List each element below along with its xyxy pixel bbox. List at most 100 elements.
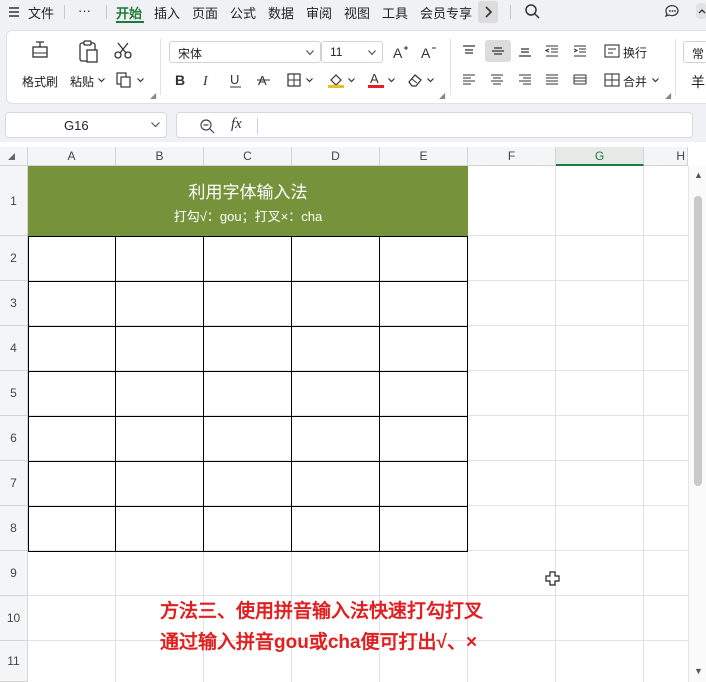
row-header-1[interactable]: 1 <box>0 166 28 236</box>
row-header-8[interactable]: 8 <box>0 506 28 551</box>
font-size-select[interactable]: 11 <box>321 41 383 63</box>
menu-data[interactable]: 数据 <box>268 3 294 22</box>
font-size-value: 11 <box>330 45 343 59</box>
table-border <box>28 281 468 282</box>
cut-icon[interactable] <box>114 42 132 60</box>
search-icon[interactable] <box>524 3 540 19</box>
fill-color-icon[interactable] <box>327 71 345 89</box>
formula-bar: fx <box>176 112 693 138</box>
wrap-text-icon[interactable] <box>604 44 620 58</box>
menu-member[interactable]: 会员专享 <box>420 3 472 22</box>
column-header-g[interactable]: G <box>556 147 644 166</box>
align-middle-button[interactable] <box>485 40 511 62</box>
column-header-b[interactable]: B <box>116 147 204 166</box>
font-name-select[interactable]: 宋体 <box>169 41 321 63</box>
annotation-line-1: 方法三、使用拼音输入法快速打勾打叉 <box>160 601 484 622</box>
font-color-icon[interactable]: A <box>367 71 385 89</box>
chevron-down-icon[interactable] <box>348 78 355 83</box>
chevron-down-icon[interactable] <box>137 78 144 83</box>
menu-file[interactable]: 文件 <box>28 3 54 22</box>
scrollbar-thumb[interactable] <box>694 196 702 486</box>
scroll-down-arrow-icon[interactable]: ▼ <box>694 666 703 676</box>
menu-page[interactable]: 页面 <box>192 3 218 22</box>
menu-view[interactable]: 视图 <box>344 3 370 22</box>
select-all-corner[interactable] <box>0 147 28 166</box>
wrap-text-button[interactable]: 换行 <box>623 44 647 61</box>
merge-cells-icon[interactable] <box>604 73 620 87</box>
comment-icon[interactable] <box>664 3 680 19</box>
number-format-select[interactable]: 常 <box>683 41 706 63</box>
justify-icon[interactable] <box>545 74 559 86</box>
chevron-down-icon[interactable] <box>98 78 105 83</box>
menu-tools[interactable]: 工具 <box>382 3 408 22</box>
format-painter-icon[interactable] <box>29 39 51 63</box>
align-top-icon[interactable] <box>462 45 476 57</box>
table-border <box>203 236 204 552</box>
decrease-indent-icon[interactable] <box>545 45 559 57</box>
format-painter-button[interactable]: 格式刷 <box>22 73 58 90</box>
menu-formula[interactable]: 公式 <box>230 3 256 22</box>
font-dialog-launcher[interactable]: ◢ <box>439 91 445 100</box>
row-header-5[interactable]: 5 <box>0 371 28 416</box>
svg-text:A: A <box>370 71 379 86</box>
column-header-e[interactable]: E <box>380 147 468 166</box>
row-header-6[interactable]: 6 <box>0 416 28 461</box>
table-border <box>28 326 468 327</box>
strikethrough-icon[interactable]: A <box>257 72 271 88</box>
column-header-f[interactable]: F <box>468 147 556 166</box>
increase-font-size-icon[interactable]: A <box>393 44 409 60</box>
menu-divider <box>106 5 107 19</box>
select-all-icon <box>8 153 15 160</box>
chevron-down-icon[interactable] <box>652 78 659 83</box>
increase-indent-icon[interactable] <box>573 45 587 57</box>
underline-icon[interactable]: U <box>229 72 243 88</box>
chevron-down-icon[interactable] <box>427 78 434 83</box>
align-center-icon[interactable] <box>490 74 504 86</box>
row-header-9[interactable]: 9 <box>0 551 28 596</box>
eraser-icon[interactable] <box>407 73 423 87</box>
row-header-3[interactable]: 3 <box>0 281 28 326</box>
row-header-4[interactable]: 4 <box>0 326 28 371</box>
column-header-a[interactable]: A <box>28 147 116 166</box>
distribute-icon[interactable] <box>573 74 587 86</box>
column-header-c[interactable]: C <box>204 147 292 166</box>
merge-button[interactable]: 合并 <box>623 73 647 90</box>
copy-icon[interactable] <box>116 72 132 88</box>
collapse-ribbon-icon[interactable] <box>696 2 706 20</box>
zoom-search-icon[interactable] <box>199 118 215 134</box>
paste-button[interactable]: 粘贴 <box>70 73 94 90</box>
scroll-up-arrow-icon[interactable]: ▲ <box>694 170 703 180</box>
row-header-10[interactable]: 10 <box>0 596 28 641</box>
alignment-dialog-launcher[interactable]: ◢ <box>665 91 671 100</box>
column-header-d[interactable]: D <box>292 147 380 166</box>
name-box[interactable]: G16 <box>5 112 167 138</box>
title-cell-a1[interactable]: 利用字体输入法 打勾√：gou；打叉×：cha <box>28 166 468 236</box>
vertical-scrollbar[interactable]: ▲ ▼ <box>688 166 706 682</box>
number-format-value: 常 <box>692 47 705 61</box>
currency-format-button[interactable]: 羊 <box>691 72 705 92</box>
italic-icon[interactable]: I <box>201 72 215 88</box>
chevron-down-icon[interactable] <box>306 78 313 83</box>
column-header-h[interactable]: H <box>644 147 688 166</box>
menu-insert[interactable]: 插入 <box>154 3 180 22</box>
align-bottom-icon[interactable] <box>518 45 532 57</box>
decrease-font-size-icon[interactable]: A <box>421 44 437 60</box>
paste-icon[interactable] <box>77 39 99 63</box>
bordered-table[interactable] <box>28 236 468 552</box>
menu-review[interactable]: 审阅 <box>306 3 332 22</box>
chevron-down-icon[interactable] <box>388 78 395 83</box>
menu-home[interactable]: 开始 <box>116 3 142 22</box>
table-border <box>379 236 380 552</box>
menu-scroll-right-button[interactable] <box>478 1 498 23</box>
borders-icon[interactable] <box>287 73 301 87</box>
menu-more[interactable]: ··· <box>78 3 91 18</box>
align-left-icon[interactable] <box>462 74 476 86</box>
row-header-11[interactable]: 11 <box>0 641 28 682</box>
bold-icon[interactable]: B <box>174 72 188 88</box>
row-header-7[interactable]: 7 <box>0 461 28 506</box>
align-right-icon[interactable] <box>518 74 532 86</box>
insert-function-button[interactable]: fx <box>231 116 242 133</box>
row-header-2[interactable]: 2 <box>0 236 28 281</box>
hamburger-menu-icon[interactable] <box>8 6 20 18</box>
clipboard-dialog-launcher[interactable]: ◢ <box>150 91 156 100</box>
